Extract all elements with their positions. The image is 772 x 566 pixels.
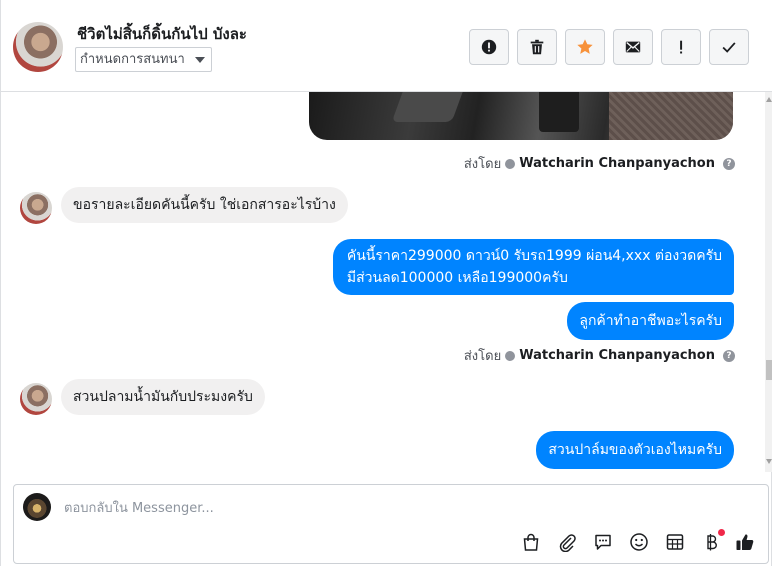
message-line: คันนี้ราคา299000 ดาวน์0 รับรถ1999 ผ่อน4,… <box>346 248 722 264</box>
table-icon <box>666 534 684 550</box>
car-interior-photo-attachment[interactable] <box>309 92 733 140</box>
envelope-icon <box>625 41 641 53</box>
star-icon <box>577 39 593 54</box>
thumbs-up-icon <box>736 534 754 550</box>
contact-avatar-small[interactable] <box>20 383 52 415</box>
mark-done-button[interactable] <box>709 29 749 65</box>
checkmark-icon <box>722 42 736 53</box>
incoming-message[interactable]: ขอรายละเอียดคันนี้ครับ ใช่เอกสารอะไรบ้าง <box>61 187 348 223</box>
sent-by-label: ส่งโดย <box>463 157 502 172</box>
shopping-bag-icon <box>523 533 539 551</box>
conversation-label-dropdown[interactable]: กำหนดการสนทนา <box>75 47 212 72</box>
inbox-conversation-panel: ชีวิตไม่สิ้นก็ดิ้นกันไป บังละ กำหนดการสน… <box>0 0 772 566</box>
conversation-label-value: กำหนดการสนทนา <box>80 52 185 67</box>
caret-down-icon <box>194 57 205 63</box>
mark-important-button[interactable] <box>661 29 701 65</box>
emoji-button[interactable] <box>628 531 650 553</box>
emoji-icon <box>630 533 648 551</box>
outgoing-message[interactable]: คันนี้ราคา299000 ดาวน์0 รับรถ1999 ผ่อน4,… <box>332 239 734 295</box>
table-button[interactable] <box>664 531 686 553</box>
contact-avatar[interactable] <box>13 22 63 72</box>
reply-composer <box>13 484 769 564</box>
shop-button[interactable] <box>520 531 542 553</box>
sender-name[interactable]: Watcharin Chanpanyachon <box>519 156 715 171</box>
sender-name[interactable]: Watcharin Chanpanyachon <box>519 348 715 363</box>
verified-icon <box>505 350 516 361</box>
saved-replies-icon <box>595 534 611 550</box>
message-thread[interactable]: ส่งโดย Watcharin Chanpanyachon ? ขอรายละ… <box>1 92 765 472</box>
outgoing-message[interactable]: ลูกค้าทำอาชีพอะไรครับ <box>567 302 734 340</box>
alert-circle-icon <box>481 39 497 55</box>
outgoing-message[interactable]: สวนปาล์มของตัวเองไหมครับ <box>536 431 734 469</box>
message-line: มีส่วนลด100000 เหลือ199000ครับ <box>346 270 568 286</box>
thread-scrollbar[interactable] <box>765 92 772 472</box>
mark-spam-button[interactable] <box>469 29 509 65</box>
scrollbar-thumb[interactable] <box>766 360 772 380</box>
sent-by-label: ส่งโดย <box>463 349 502 364</box>
saved-replies-button[interactable] <box>592 531 614 553</box>
trash-icon <box>530 39 544 55</box>
exclamation-icon <box>680 40 683 54</box>
verified-icon <box>505 158 516 169</box>
conversation-header: ชีวิตไม่สิ้นก็ดิ้นกันไป บังละ กำหนดการสน… <box>1 0 772 92</box>
sent-by-line: ส่งโดย Watcharin Chanpanyachon ? <box>464 153 735 174</box>
incoming-message[interactable]: สวนปลามน้ำมันกับประมงครับ <box>61 379 265 415</box>
help-icon[interactable]: ? <box>723 157 735 170</box>
delete-button[interactable] <box>517 29 557 65</box>
reply-input[interactable] <box>64 497 664 519</box>
attach-button[interactable] <box>556 531 578 553</box>
baht-icon <box>707 534 717 551</box>
sent-by-line: ส่งโดย Watcharin Chanpanyachon ? <box>464 345 735 366</box>
contact-avatar-small[interactable] <box>20 192 52 224</box>
paperclip-icon <box>559 534 576 552</box>
scroll-down-arrow-icon[interactable] <box>766 459 772 464</box>
scroll-up-arrow-icon[interactable] <box>766 97 772 102</box>
send-like-button[interactable] <box>734 531 756 553</box>
contact-name[interactable]: ชีวิตไม่สิ้นก็ดิ้นกันไป บังละ <box>77 22 247 46</box>
page-avatar <box>23 493 51 521</box>
help-icon[interactable]: ? <box>723 349 735 362</box>
mark-unread-button[interactable] <box>613 29 653 65</box>
star-button[interactable] <box>565 29 605 65</box>
notification-dot <box>718 529 725 536</box>
